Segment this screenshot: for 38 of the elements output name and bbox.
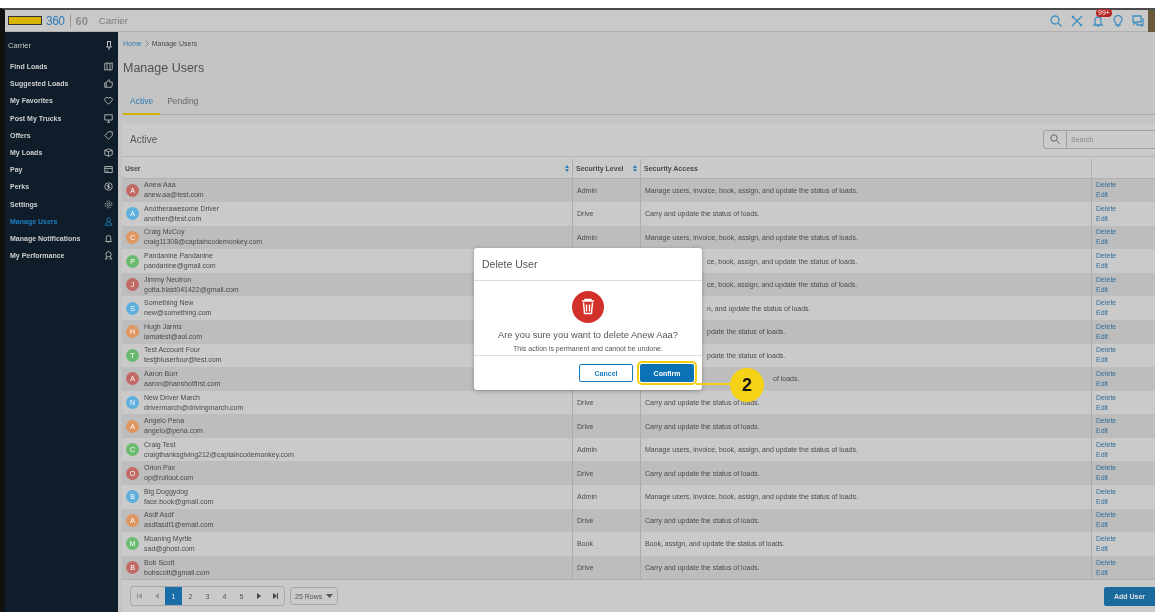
dollar-icon (104, 182, 113, 192)
tab[interactable]: Pending (160, 88, 206, 115)
dialog-title: Delete User (474, 248, 702, 281)
caret-icon (326, 594, 334, 599)
last-page-icon (273, 593, 278, 600)
lightbulb-icon[interactable] (1113, 14, 1123, 27)
heart-icon (104, 96, 113, 106)
thumbs-up-icon (104, 79, 113, 89)
card-icon (104, 165, 113, 175)
box-icon (104, 148, 113, 158)
previous-page-icon (154, 593, 159, 600)
notifications-icon[interactable] (1092, 14, 1104, 27)
search-icon (1050, 134, 1060, 145)
logo-icon[interactable] (8, 16, 42, 25)
app-title: Carrier (98, 15, 128, 26)
card-title: Active (130, 133, 158, 145)
anniversary-logo-text: 60 (75, 14, 88, 27)
leader-line (696, 383, 731, 385)
sort-icon[interactable] (565, 164, 569, 172)
chevron-icon (144, 39, 149, 47)
bell-icon (104, 233, 113, 243)
tag-icon (104, 130, 113, 140)
gear-icon (104, 199, 113, 209)
award-icon (104, 251, 113, 261)
sort-icon[interactable] (633, 164, 637, 172)
chat-icon[interactable] (1132, 14, 1144, 27)
person-icon (104, 216, 113, 226)
search-icon[interactable] (1050, 14, 1062, 27)
first-page-icon (137, 593, 142, 600)
trash-icon (572, 291, 604, 323)
map-icon (104, 62, 113, 72)
dialog-question: Are you sure you want to delete Anew Aaa? (498, 330, 678, 340)
monitor-icon (104, 113, 113, 123)
page-title: Manage Users (123, 60, 206, 76)
product-logo-text: 360 (46, 13, 65, 28)
tab[interactable]: Active (123, 88, 161, 115)
next-page-icon (256, 593, 261, 600)
pin-icon[interactable] (106, 40, 112, 50)
